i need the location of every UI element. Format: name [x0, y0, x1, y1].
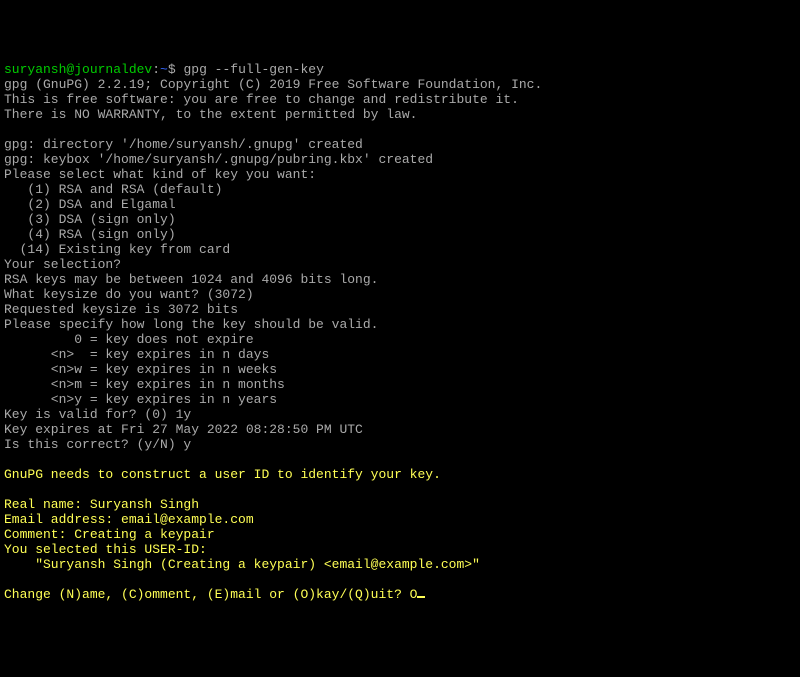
prompt-path: ~: [160, 62, 168, 77]
output-line: Comment: Creating a keypair: [4, 527, 215, 542]
output-line: Key expires at Fri 27 May 2022 08:28:50 …: [4, 422, 363, 437]
cursor-icon: [417, 596, 425, 598]
output-line: Is this correct? (y/N) y: [4, 437, 191, 452]
output-line: (14) Existing key from card: [4, 242, 230, 257]
output-line: 0 = key does not expire: [4, 332, 254, 347]
output-line: This is free software: you are free to c…: [4, 92, 519, 107]
output-line: What keysize do you want? (3072): [4, 287, 254, 302]
output-line: <n> = key expires in n days: [4, 347, 269, 362]
command-text: gpg --full-gen-key: [183, 62, 323, 77]
output-line: <n>y = key expires in n years: [4, 392, 277, 407]
output-line: gpg (GnuPG) 2.2.19; Copyright (C) 2019 F…: [4, 77, 542, 92]
output-line: (3) DSA (sign only): [4, 212, 176, 227]
output-line: Key is valid for? (0) 1y: [4, 407, 191, 422]
prompt-dollar: $: [168, 62, 184, 77]
output-line: You selected this USER-ID:: [4, 542, 207, 557]
prompt-user: suryansh@journaldev: [4, 62, 152, 77]
output-line: <n>w = key expires in n weeks: [4, 362, 277, 377]
prompt-colon: :: [152, 62, 160, 77]
output-line: RSA keys may be between 1024 and 4096 bi…: [4, 272, 378, 287]
output-line: There is NO WARRANTY, to the extent perm…: [4, 107, 417, 122]
output-line: Please select what kind of key you want:: [4, 167, 316, 182]
terminal-output[interactable]: suryansh@journaldev:~$ gpg --full-gen-ke…: [4, 62, 796, 602]
output-line: <n>m = key expires in n months: [4, 377, 285, 392]
output-line: "Suryansh Singh (Creating a keypair) <em…: [4, 557, 480, 572]
output-line: gpg: keybox '/home/suryansh/.gnupg/pubri…: [4, 152, 433, 167]
output-line: (2) DSA and Elgamal: [4, 197, 176, 212]
output-line: (1) RSA and RSA (default): [4, 182, 222, 197]
output-line: Requested keysize is 3072 bits: [4, 302, 238, 317]
output-line: GnuPG needs to construct a user ID to id…: [4, 467, 441, 482]
output-line: Email address: email@example.com: [4, 512, 254, 527]
output-line: Your selection?: [4, 257, 121, 272]
output-line: Real name: Suryansh Singh: [4, 497, 199, 512]
output-line: Please specify how long the key should b…: [4, 317, 378, 332]
output-line: gpg: directory '/home/suryansh/.gnupg' c…: [4, 137, 363, 152]
output-line: (4) RSA (sign only): [4, 227, 176, 242]
